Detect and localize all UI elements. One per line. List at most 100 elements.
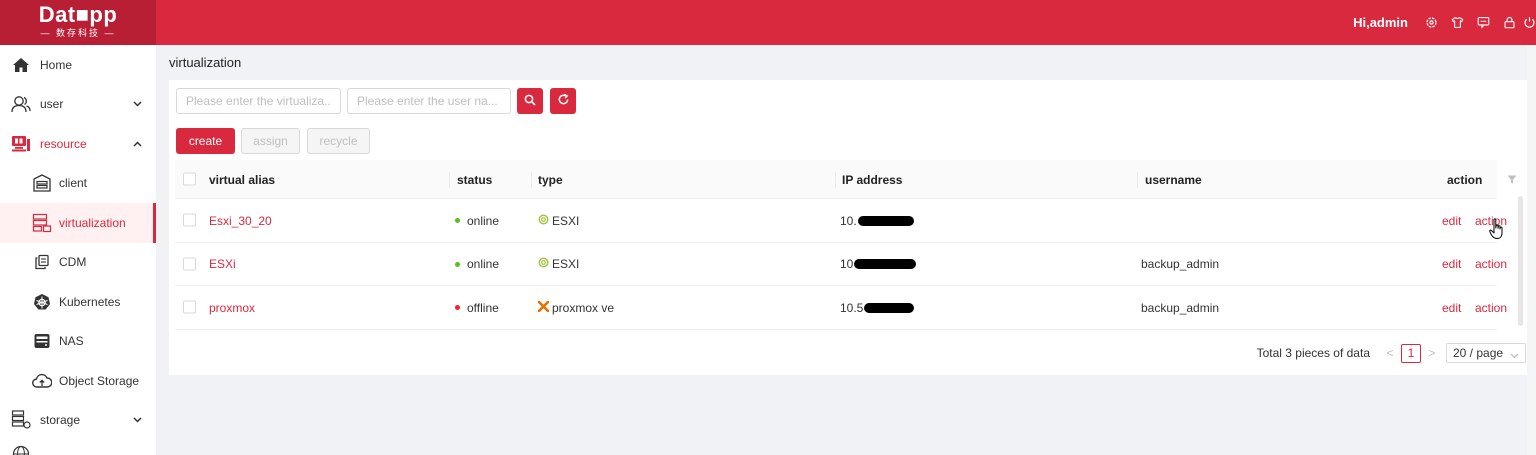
content-panel: create assign recycle virtual alias stat… <box>169 80 1527 375</box>
table-header: virtual alias status type IP address use… <box>175 160 1517 199</box>
sidebar-item-more[interactable] <box>0 440 156 455</box>
sidebar-item-resource[interactable]: resource <box>0 124 156 164</box>
power-icon[interactable] <box>1522 0 1536 45</box>
action-link[interactable]: action <box>1475 286 1507 329</box>
page-size-select[interactable]: 20 / page <box>1446 343 1526 363</box>
type-cell: ESXI <box>538 243 579 286</box>
table-row[interactable]: Esxi_30_20 online ESXI 10. edit action <box>175 199 1507 243</box>
status-dot-online <box>455 261 460 267</box>
chat-icon[interactable] <box>1470 0 1496 45</box>
edit-link[interactable]: edit <box>1442 243 1461 286</box>
status-text: offline <box>467 300 499 315</box>
sidebar-item-label: Object Storage <box>59 373 140 388</box>
column-divider <box>531 172 532 188</box>
chevron-down-icon <box>132 415 142 425</box>
table-row[interactable]: ESXi online ESXI 10 backup_admin edit ac… <box>175 243 1507 286</box>
search-button[interactable] <box>517 88 543 114</box>
sidebar-item-nas[interactable]: NAS <box>0 322 156 362</box>
table-scrollbar[interactable] <box>1518 196 1523 326</box>
select-all-checkbox[interactable] <box>183 172 196 186</box>
next-page-button[interactable]: > <box>1424 346 1440 360</box>
redaction-mark <box>857 215 914 226</box>
redaction-mark <box>854 259 917 269</box>
page-size-value: 20 / page <box>1453 346 1504 360</box>
refresh-button[interactable] <box>550 88 576 114</box>
server-icon <box>32 213 52 233</box>
chevron-up-icon <box>132 139 142 149</box>
esxi-icon <box>538 213 549 228</box>
type-text: ESXI <box>552 213 580 228</box>
column-header-virtual-alias: virtual alias <box>209 172 276 187</box>
type-text: proxmox ve <box>552 300 615 315</box>
total-count: Total 3 pieces of data <box>1256 346 1370 360</box>
row-checkbox[interactable] <box>183 257 196 271</box>
redaction-mark <box>864 302 915 313</box>
sidebar: Home user resource client virtualization <box>0 45 156 455</box>
status-text: online <box>467 213 500 228</box>
shirt-icon[interactable] <box>1444 0 1470 45</box>
pagination: Total 3 pieces of data < 1 > 20 / page <box>1257 343 1526 363</box>
prev-page-button[interactable]: < <box>1382 346 1398 360</box>
cloud-icon <box>32 371 52 391</box>
ip-address-text: 10 <box>840 257 854 271</box>
sidebar-item-virtualization[interactable]: virtualization <box>0 203 156 243</box>
lock-icon[interactable] <box>1496 0 1522 45</box>
recycle-button[interactable]: recycle <box>307 128 370 154</box>
gear-icon[interactable] <box>1418 0 1444 45</box>
sidebar-item-label: Kubernetes <box>59 294 121 309</box>
search-icon <box>524 94 536 109</box>
username-search-input[interactable] <box>347 88 511 114</box>
status-cell: offline <box>455 286 499 329</box>
sidebar-item-label: CDM <box>59 255 87 270</box>
column-header-type: type <box>538 172 563 187</box>
sidebar-item-label: resource <box>40 136 87 151</box>
refresh-icon <box>557 93 570 109</box>
virtual-alias-link[interactable]: proxmox <box>209 286 255 329</box>
globe-icon <box>11 444 31 455</box>
status-text: online <box>467 257 500 271</box>
storage-icon <box>11 410 31 430</box>
chevron-down-icon <box>132 99 142 109</box>
column-header-action: action <box>1447 172 1483 187</box>
column-header-status: status <box>457 172 493 187</box>
type-cell: proxmox ve <box>537 286 615 329</box>
ip-address-text: 10. <box>840 213 857 228</box>
virtual-alias-link[interactable]: Esxi_30_20 <box>209 199 272 242</box>
create-button[interactable]: create <box>176 128 235 154</box>
logo[interactable]: Dat■pp — 数存科技 — <box>0 0 156 45</box>
type-text: ESXI <box>552 257 580 271</box>
sidebar-item-storage[interactable]: storage <box>0 401 156 441</box>
logo-subtitle: — 数存科技 — <box>40 28 116 38</box>
action-link[interactable]: action <box>1475 243 1507 286</box>
row-checkbox[interactable] <box>183 300 196 314</box>
sidebar-item-home[interactable]: Home <box>0 45 156 85</box>
table-row[interactable]: proxmox offline proxmox ve 10.5 backup_a… <box>175 286 1507 330</box>
virtual-alias-search-input[interactable] <box>176 88 341 114</box>
status-dot-offline <box>455 305 460 310</box>
assign-button[interactable]: assign <box>241 128 300 154</box>
user-icon <box>11 94 31 114</box>
filter-icon[interactable] <box>1507 160 1517 199</box>
sidebar-item-user[interactable]: user <box>0 85 156 125</box>
nas-icon <box>32 331 52 351</box>
ip-address-cell: 10. <box>840 199 914 242</box>
row-checkbox[interactable] <box>183 213 196 227</box>
chevron-down-icon <box>1510 348 1519 362</box>
edit-link[interactable]: edit <box>1442 199 1461 242</box>
status-cell: online <box>455 243 499 286</box>
edit-link[interactable]: edit <box>1442 286 1461 329</box>
ip-address-text: 10.5 <box>840 300 864 315</box>
sidebar-item-client[interactable]: client <box>0 164 156 204</box>
page-number-button[interactable]: 1 <box>1401 343 1421 363</box>
virtual-alias-link[interactable]: ESXi <box>209 243 236 286</box>
kubernetes-icon <box>32 292 52 312</box>
user-greeting[interactable]: Hi,admin <box>1353 15 1408 30</box>
client-icon <box>32 173 52 193</box>
sidebar-item-label: user <box>40 97 64 112</box>
window-edge <box>1527 45 1536 455</box>
sidebar-item-object-storage[interactable]: Object Storage <box>0 361 156 401</box>
status-cell: online <box>455 199 499 242</box>
sidebar-item-kubernetes[interactable]: Kubernetes <box>0 282 156 322</box>
sidebar-item-label: virtualization <box>59 215 126 230</box>
sidebar-item-cdm[interactable]: CDM <box>0 243 156 283</box>
